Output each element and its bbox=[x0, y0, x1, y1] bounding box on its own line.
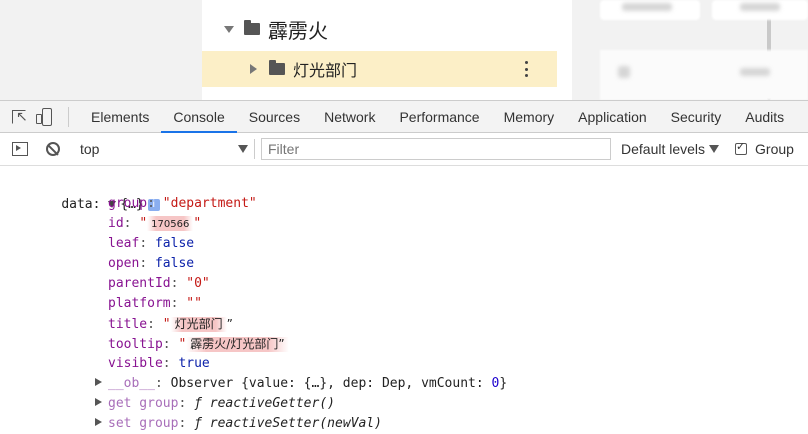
folder-icon bbox=[244, 20, 260, 35]
expand-triangle-icon[interactable] bbox=[95, 398, 102, 406]
collapse-caret-icon[interactable] bbox=[250, 64, 257, 74]
tree-node-root-label: 霹雳火 bbox=[268, 18, 328, 43]
expand-caret-icon[interactable] bbox=[224, 25, 234, 33]
blurred-text bbox=[622, 3, 672, 11]
console-output: data: {…} i group: "department" id: " 1705… bbox=[0, 166, 808, 431]
tab-network[interactable]: Network bbox=[312, 101, 387, 133]
console-toolbar: top Default levels Group bbox=[0, 133, 808, 166]
tree-node-child[interactable]: 灯光部门 bbox=[202, 51, 557, 87]
chevron-down-icon bbox=[238, 145, 248, 153]
prop-row: parentId: "0" bbox=[108, 276, 210, 291]
prop-key: set group bbox=[108, 416, 179, 431]
blurred-text bbox=[740, 3, 780, 11]
prop-value: ƒ reactiveSetter(newVal) bbox=[194, 416, 382, 431]
prop-value: false bbox=[154, 236, 195, 251]
tab-security[interactable]: Security bbox=[659, 101, 734, 133]
prop-key: __ob__ bbox=[108, 376, 155, 391]
blurred-checkbox bbox=[618, 66, 630, 78]
more-options-icon[interactable] bbox=[525, 61, 529, 77]
prop-value: Observer {value: {…}, dep: Dep, vmCount: bbox=[170, 376, 492, 391]
tab-elements[interactable]: Elements bbox=[79, 101, 161, 133]
clear-console-icon[interactable] bbox=[46, 142, 60, 156]
chevron-down-icon bbox=[709, 145, 720, 153]
devtools-tab-bar: Elements Console Sources Network Perform… bbox=[0, 100, 808, 133]
tab-console[interactable]: Console bbox=[161, 101, 237, 133]
tab-application[interactable]: Application bbox=[566, 101, 659, 133]
context-select-value: top bbox=[80, 141, 100, 157]
variable-name: data: bbox=[61, 197, 101, 212]
divider bbox=[68, 106, 69, 127]
prop-key: platform bbox=[108, 296, 171, 311]
ob-row[interactable]: __ob__: Observer {value: {…}, dep: Dep, … bbox=[108, 374, 507, 394]
checkbox-icon[interactable] bbox=[735, 140, 748, 155]
group-similar-checkbox[interactable]: Group bbox=[735, 140, 794, 157]
prop-key: visible bbox=[108, 356, 163, 371]
prop-value: 170566 bbox=[151, 219, 190, 230]
tab-audits[interactable]: Audits bbox=[733, 101, 796, 133]
prop-row: platform: "" bbox=[108, 296, 202, 311]
tab-sources[interactable]: Sources bbox=[237, 101, 312, 133]
prop-value: 霹雳火/灯光部门 bbox=[190, 337, 279, 351]
app-area: 霹雳火 灯光部门 bbox=[0, 0, 808, 100]
context-select[interactable]: top bbox=[80, 138, 248, 160]
prop-key: tooltip bbox=[108, 337, 163, 352]
prop-value: false bbox=[154, 256, 195, 271]
prop-key: id bbox=[108, 216, 124, 231]
getter-row[interactable]: get group: ƒ reactiveGetter() bbox=[108, 394, 335, 414]
prop-row: open: false bbox=[108, 256, 195, 271]
log-levels-dropdown[interactable]: Default levels bbox=[621, 141, 720, 157]
setter-row[interactable]: set group: ƒ reactiveSetter(newVal) bbox=[108, 414, 382, 434]
prop-value: "department" bbox=[162, 196, 257, 211]
prop-row: leaf: false bbox=[108, 236, 195, 251]
prop-key: open bbox=[108, 256, 140, 271]
prop-key: leaf bbox=[108, 236, 140, 251]
prop-value: "" bbox=[186, 296, 202, 311]
show-sidebar-icon[interactable] bbox=[12, 142, 28, 156]
device-toolbar-icon[interactable] bbox=[36, 107, 52, 126]
log-levels-label: Default levels bbox=[621, 141, 706, 157]
prop-row: title: " 灯光部门” bbox=[108, 317, 233, 332]
prop-key: parentId bbox=[108, 276, 171, 291]
prop-key: title bbox=[108, 317, 148, 332]
prop-key: group bbox=[108, 196, 148, 211]
tab-memory[interactable]: Memory bbox=[492, 101, 567, 133]
prop-value: ƒ reactiveGetter() bbox=[194, 396, 335, 411]
blurred-text bbox=[740, 68, 770, 76]
inspect-element-icon[interactable] bbox=[12, 109, 28, 125]
prop-value: "0" bbox=[186, 276, 210, 291]
prop-row: group: "department" bbox=[108, 196, 257, 211]
folder-icon bbox=[269, 60, 285, 75]
tree-panel: 霹雳火 灯光部门 bbox=[202, 0, 771, 100]
filter-input[interactable] bbox=[261, 138, 611, 160]
tree-node-child-label: 灯光部门 bbox=[293, 61, 358, 80]
prop-value: 灯光部门 bbox=[174, 317, 223, 331]
prop-row: id: " 170566 " bbox=[108, 216, 202, 231]
prop-row: visible: true bbox=[108, 356, 210, 371]
tree-node-root[interactable]: 霹雳火 bbox=[224, 14, 328, 44]
prop-value: true bbox=[178, 356, 210, 371]
tab-performance[interactable]: Performance bbox=[387, 101, 491, 133]
blurred-content bbox=[600, 0, 808, 100]
prop-row: tooltip: " 霹雳火/灯光部门” bbox=[108, 334, 289, 355]
blurred-table bbox=[600, 50, 808, 100]
divider bbox=[254, 139, 255, 159]
expand-triangle-icon[interactable] bbox=[95, 418, 102, 426]
expand-triangle-icon[interactable] bbox=[95, 378, 102, 386]
group-similar-label: Group bbox=[755, 141, 794, 157]
prop-key: get group bbox=[108, 396, 179, 411]
object-close: } bbox=[499, 376, 508, 391]
